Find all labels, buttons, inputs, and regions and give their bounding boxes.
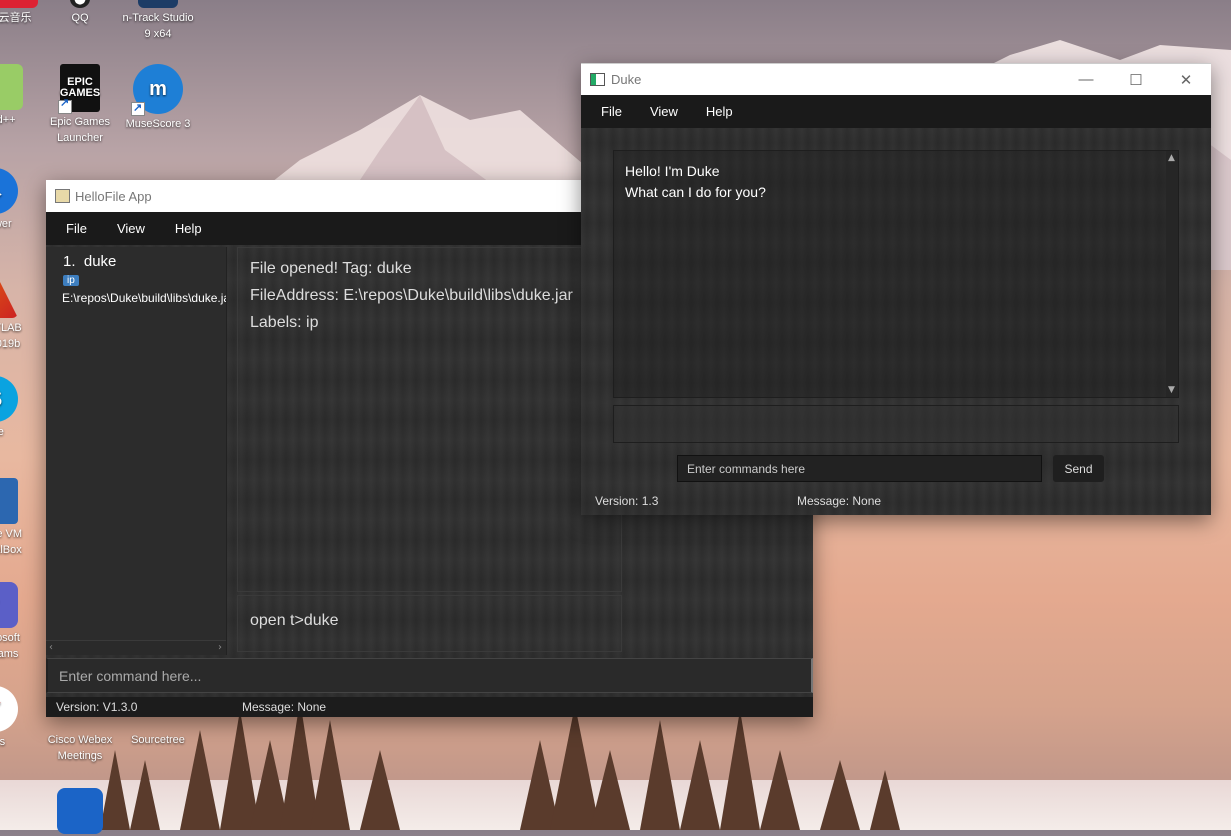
desktop-icon-virtualbox[interactable]: le VM alBox [0, 478, 35, 558]
scroll-down-icon[interactable]: ▼ [1168, 385, 1175, 395]
tag-badge: ip [63, 275, 79, 286]
notepad-icon [0, 64, 23, 110]
scroll-right-icon[interactable]: › [218, 642, 222, 653]
maximize-icon[interactable]: ☐ [1111, 71, 1161, 89]
list-item-name: duke [83, 253, 117, 270]
send-button[interactable]: Send [1053, 455, 1104, 482]
duke-menubar: File View Help [581, 95, 1211, 128]
window-title: Duke [611, 72, 642, 87]
list-item[interactable]: 1. duke ip E:\repos\Duke\build\libs\duke… [46, 247, 226, 305]
matlab-icon [0, 272, 18, 318]
menu-view[interactable]: View [630, 104, 686, 119]
desktop-icon-epic-games[interactable]: EPIC GAMES Epic Games Launcher [40, 64, 120, 146]
message-label: Message: None [797, 494, 882, 508]
chat-display: Hello! I'm Duke What can I do for you? ▲… [613, 150, 1179, 398]
qq-icon [70, 0, 90, 8]
vertical-scrollbar[interactable]: ▲ ▼ [1166, 151, 1178, 397]
list-item-path: E:\repos\Duke\build\libs\duke.jar [62, 291, 227, 305]
desktop-icon-nimbus[interactable]: ✓ ulus [0, 686, 35, 750]
chat-line: What can I do for you? [625, 184, 766, 200]
duke-titlebar[interactable]: Duke — ☐ ✕ [581, 63, 1211, 95]
skype-icon: S [0, 376, 18, 422]
hellofile-titlebar[interactable]: HelloFile App [46, 180, 581, 212]
desktop-icon-teamviewer[interactable]: ↔ Viewer [0, 168, 35, 232]
chat-line: Hello! I'm Duke [625, 163, 720, 179]
duke-body: Hello! I'm Duke What can I do for you? ▲… [581, 128, 1211, 515]
version-label: Version: 1.3 [595, 494, 659, 508]
menu-file[interactable]: File [46, 221, 97, 236]
menu-view[interactable]: View [97, 221, 155, 236]
desktop-icon-ntrack[interactable]: n-Track Studio 9 x64 [118, 0, 198, 42]
horizontal-scrollbar[interactable]: ‹ › [46, 640, 226, 655]
grid-app-icon [57, 788, 103, 834]
result-line: FileAddress: E:\repos\Duke\build\libs\du… [250, 287, 573, 304]
response-area [613, 405, 1179, 443]
menu-file[interactable]: File [581, 104, 630, 119]
hellofile-menubar: File View Help [46, 212, 581, 245]
desktop-icon-qq[interactable]: QQ [40, 0, 120, 26]
status-bar: Version: V1.3.0 Message: None [46, 697, 813, 717]
desktop-icon-musescore[interactable]: m MuseScore 3 [118, 64, 198, 132]
shortcut-arrow-icon [58, 98, 72, 114]
menu-help[interactable]: Help [155, 221, 212, 236]
command-input[interactable] [46, 658, 813, 693]
list-item-index: 1. [63, 253, 76, 270]
scroll-left-icon[interactable]: ‹ [49, 642, 53, 653]
desktop-icon-skype[interactable]: S ype [0, 376, 35, 440]
webex-icon [57, 718, 103, 730]
virtualbox-icon [0, 478, 18, 524]
scroll-up-icon[interactable]: ▲ [1168, 153, 1175, 163]
shortcut-arrow-icon [131, 100, 145, 116]
desktop-icon-teams[interactable]: T osoft ams [0, 582, 35, 662]
ntrack-icon [138, 0, 178, 8]
app-icon [55, 189, 70, 203]
desktop-icon-sourcetree[interactable]: Sourcetree [118, 718, 198, 748]
duke-window: Duke — ☐ ✕ File View Help Hello! I'm Duk… [581, 63, 1211, 515]
desktop-icon-notepadpp[interactable]: pad++ [0, 64, 40, 128]
app-icon [590, 73, 605, 86]
command-echo: open t>duke [237, 595, 622, 652]
version-label: Version: V1.3.0 [56, 700, 138, 714]
teamviewer-icon: ↔ [0, 168, 18, 214]
sourcetree-icon [135, 718, 181, 730]
result-display: File opened! Tag: duke FileAddress: E:\r… [237, 247, 622, 592]
epic-games-icon: EPIC GAMES [58, 64, 100, 114]
message-label: Message: None [242, 700, 327, 714]
minimize-icon[interactable]: — [1061, 71, 1111, 89]
menu-help[interactable]: Help [686, 104, 741, 119]
command-input[interactable] [677, 455, 1042, 482]
music-app-icon [0, 0, 38, 8]
desktop-icon-matlab[interactable]: TLAB 019b [0, 272, 35, 352]
result-line: Labels: ip [250, 314, 319, 331]
desktop-icon-webex[interactable]: Cisco Webex Meetings [40, 718, 120, 764]
musescore-icon: m [131, 64, 183, 116]
nimbus-icon: ✓ [0, 686, 18, 732]
result-line: File opened! Tag: duke [250, 260, 412, 277]
desktop-icon-app-bottom[interactable] [40, 788, 120, 836]
close-icon[interactable]: ✕ [1161, 71, 1211, 89]
teams-icon: T [0, 582, 18, 628]
file-list-panel: 1. duke ip E:\repos\Duke\build\libs\duke… [46, 247, 227, 655]
window-title: HelloFile App [75, 188, 152, 204]
